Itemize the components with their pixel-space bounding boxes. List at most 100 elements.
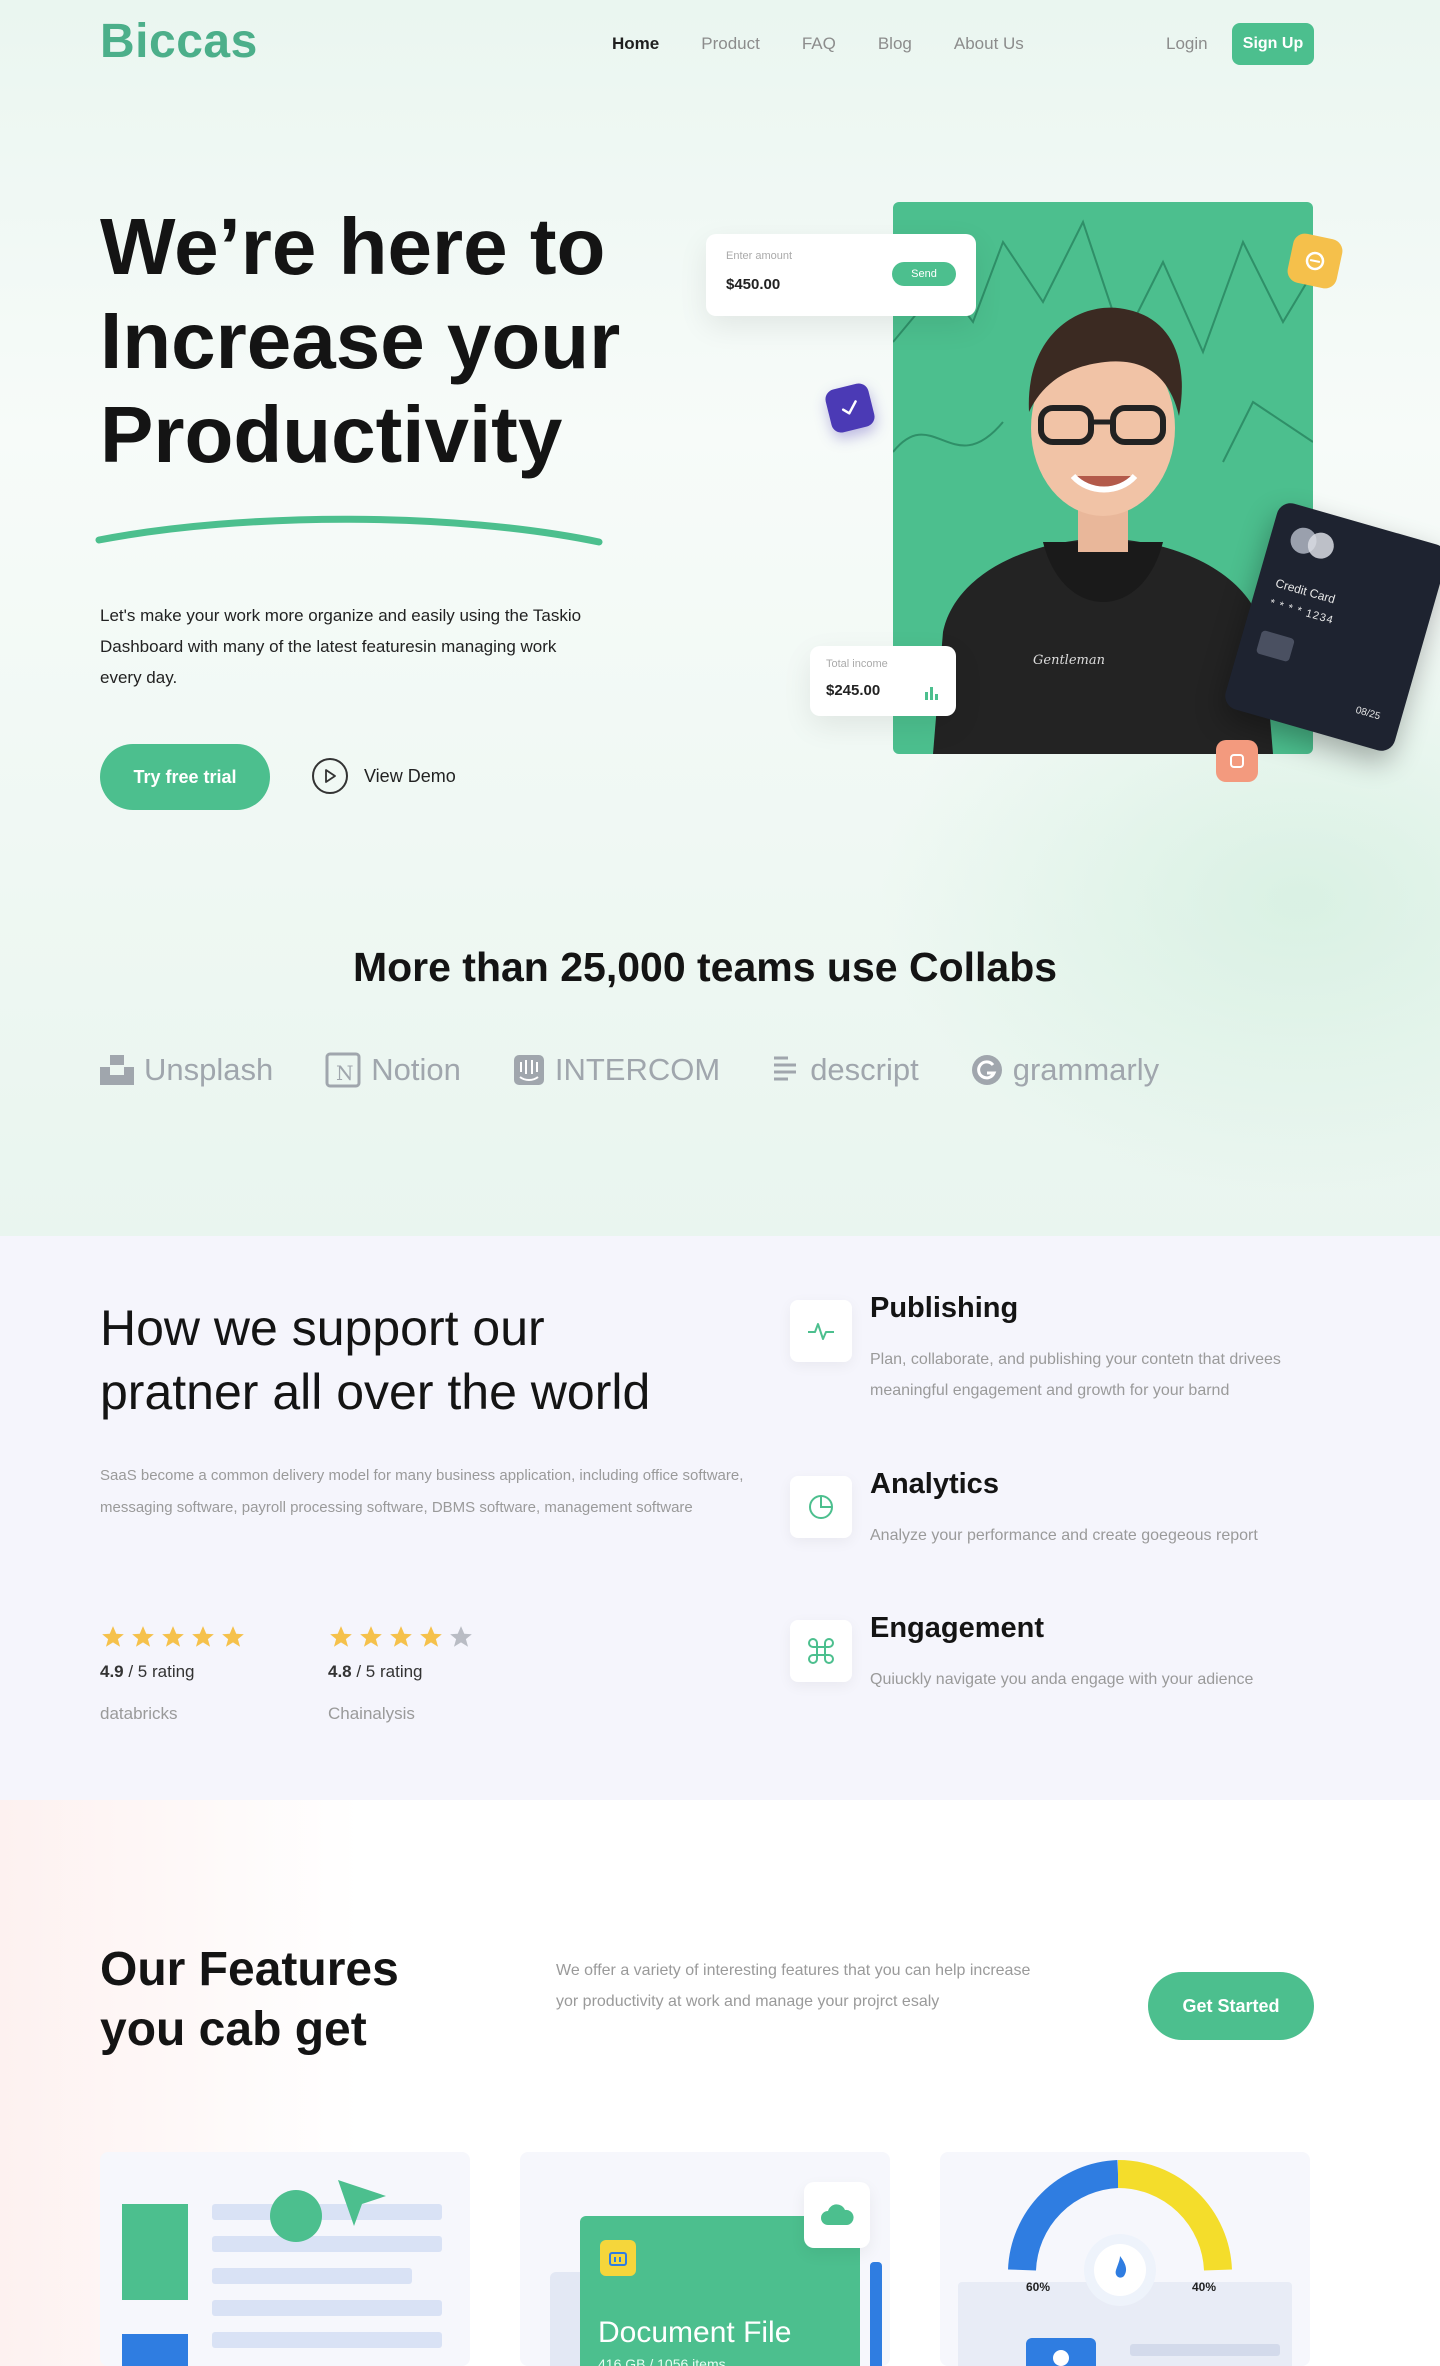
star-icon: [330, 1626, 352, 1647]
folder-icon: [600, 2240, 636, 2276]
pie-chart-icon: [790, 1476, 852, 1538]
star-rating: [328, 1624, 474, 1650]
feature-description: Plan, collaborate, and publishing your c…: [870, 1351, 1281, 1399]
features-title-line: Our Features: [100, 1943, 399, 1996]
nav-link-product[interactable]: Product: [701, 34, 760, 54]
rating-score: 4.9: [100, 1662, 124, 1681]
star-icon: [450, 1626, 472, 1647]
feature-title: Engagement: [870, 1612, 1045, 1644]
svg-text:N: N: [336, 1061, 354, 1085]
features-title: Our Features you cab get: [100, 1940, 520, 2060]
rating-databricks: 4.9 / 5 rating databricks: [100, 1624, 246, 1724]
income-card: Total income $245.00: [810, 646, 956, 716]
feature-description: Quiuckly navigate you anda engage with y…: [870, 1671, 1254, 1688]
hero-title: We’re here to Increase your Productivity: [100, 200, 700, 482]
star-icon: [132, 1626, 154, 1647]
document-title: Document File: [598, 2316, 792, 2349]
rating-value: 4.8 / 5 rating: [328, 1662, 474, 1682]
notion-icon: N: [325, 1052, 361, 1088]
nav-link-home[interactable]: Home: [612, 34, 659, 54]
rating-score: 4.8: [328, 1662, 352, 1681]
get-started-button[interactable]: Get Started: [1148, 1972, 1314, 2040]
hero-description: Let's make your work more organize and e…: [100, 606, 582, 687]
send-button[interactable]: Send: [892, 262, 956, 286]
rating-chainalysis: 4.8 / 5 rating Chainalysis: [328, 1624, 474, 1724]
star-icon: [192, 1626, 214, 1647]
brand-logo[interactable]: Biccas: [100, 14, 258, 69]
star-icon: [162, 1626, 184, 1647]
rating-source: Chainalysis: [328, 1704, 415, 1723]
square-icon: [1230, 754, 1244, 768]
support-title-line: How we support our: [100, 1300, 545, 1356]
card-expiry: 08/25: [1354, 704, 1382, 723]
amount-value: $450.00: [726, 276, 781, 293]
brand-grammarly: grammarly: [971, 1052, 1159, 1088]
orange-badge: [1216, 740, 1258, 782]
command-icon: [790, 1620, 852, 1682]
brand-intercom: INTERCOM: [513, 1052, 720, 1088]
star-rating: [100, 1624, 246, 1650]
nav-link-about[interactable]: About Us: [954, 34, 1024, 54]
hero-title-line: Increase your: [100, 296, 621, 385]
income-label: Total income: [826, 658, 888, 670]
star-icon: [102, 1626, 124, 1647]
rating-scale: / 5 rating: [351, 1662, 423, 1681]
feature-card-analytics[interactable]: 60% 40%: [940, 2152, 1310, 2366]
hero-title-line: We’re here to: [100, 202, 606, 291]
try-free-trial-button[interactable]: Try free trial: [100, 744, 270, 810]
brand-name: Notion: [371, 1052, 461, 1087]
view-demo-link[interactable]: View Demo: [312, 758, 456, 794]
support-title-line: pratner all over the world: [100, 1364, 651, 1420]
view-demo-label: View Demo: [364, 765, 456, 786]
brand-name: Unsplash: [144, 1052, 274, 1087]
star-icon: [222, 1626, 244, 1647]
bar-chart-icon: [925, 687, 938, 700]
card-brand-icon: [1290, 527, 1334, 559]
support-title: How we support our pratner all over the …: [100, 1296, 780, 1424]
nav-link-faq[interactable]: FAQ: [802, 34, 836, 54]
landing-page: Biccas Home Product FAQ Blog About Us Lo…: [0, 0, 1440, 2366]
income-value: $245.00: [826, 682, 881, 699]
brand-notion: N Notion: [325, 1052, 461, 1088]
signup-button[interactable]: Sign Up: [1232, 23, 1314, 65]
svg-text:Gentleman: Gentleman: [1033, 653, 1105, 668]
hero-title-line: Productivity: [100, 390, 563, 479]
features-description: We offer a variety of interesting featur…: [556, 1962, 1031, 2010]
feature-card-publishing[interactable]: [100, 2152, 470, 2366]
rating-source: databricks: [100, 1704, 178, 1723]
card-chip: [1255, 629, 1296, 663]
brand-name: grammarly: [1012, 1052, 1160, 1087]
star-icon: [420, 1626, 442, 1647]
cloud-icon: [804, 2182, 870, 2248]
brand-name: INTERCOM: [554, 1052, 721, 1087]
support-description: SaaS become a common delivery model for …: [100, 1467, 744, 1516]
unsplash-icon: [100, 1055, 134, 1085]
brand-logos: Unsplash N Notion INTERCOM descript gram…: [100, 1052, 1159, 1088]
top-navigation: Biccas Home Product FAQ Blog About Us Lo…: [0, 0, 1440, 90]
grammarly-icon: [971, 1054, 1003, 1086]
login-link[interactable]: Login: [1166, 34, 1208, 54]
gauge-left-value: 60%: [1026, 2280, 1051, 2294]
document-meta: 416 GB / 1056 items: [598, 2356, 726, 2366]
amount-label: Enter amount: [726, 250, 793, 262]
amount-card: Enter amount $450.00 Send: [706, 234, 976, 316]
star-icon: [390, 1626, 412, 1647]
intercom-icon: [513, 1054, 545, 1086]
feature-card-document[interactable]: Document File 416 GB / 1056 items: [520, 2152, 890, 2366]
brand-name: descript: [810, 1052, 919, 1087]
hero-underline-decoration: [95, 515, 603, 546]
play-icon: [312, 758, 348, 794]
gauge-illustration: [958, 2159, 1292, 2366]
star-icon: [360, 1626, 382, 1647]
features-title-line: you cab get: [100, 2003, 367, 2056]
feature-description: Analyze your performance and create goeg…: [870, 1527, 1258, 1544]
feature-title: Analytics: [870, 1468, 999, 1500]
teams-title: More than 25,000 teams use Collabs: [352, 944, 1058, 990]
brand-descript: descript: [772, 1052, 919, 1088]
feature-title: Publishing: [870, 1292, 1019, 1324]
pulse-icon: [790, 1300, 852, 1362]
descript-icon: [772, 1054, 800, 1086]
nav-link-blog[interactable]: Blog: [878, 34, 912, 54]
coin-icon: [1305, 251, 1325, 271]
rating-value: 4.9 / 5 rating: [100, 1662, 246, 1682]
